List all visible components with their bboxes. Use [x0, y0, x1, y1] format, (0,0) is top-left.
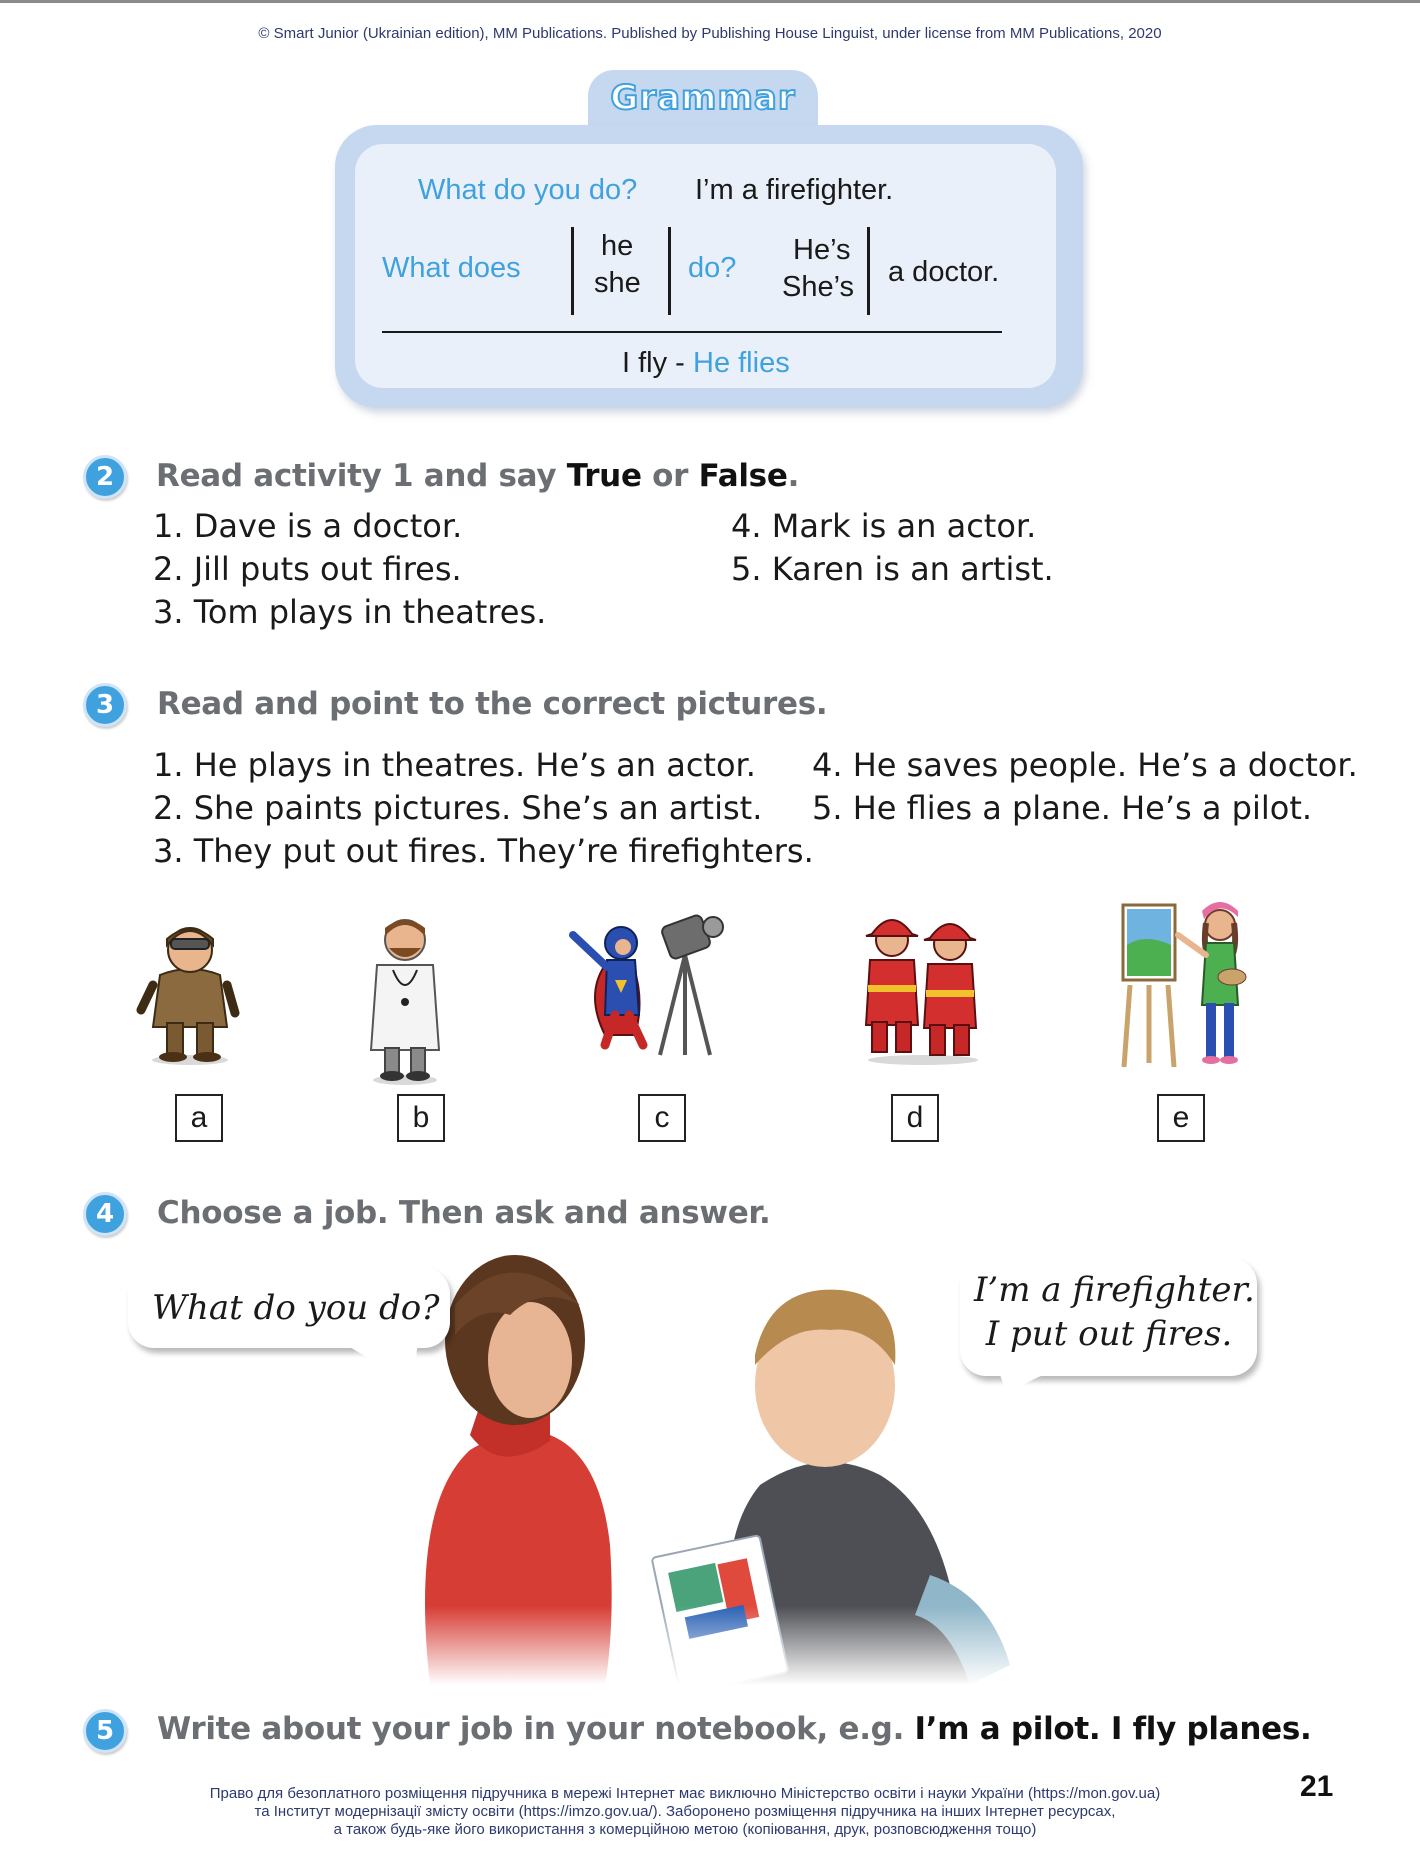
statement-item: 5. Karen is an artist.: [731, 550, 1054, 588]
bubble-text: I put out fires.: [985, 1314, 1233, 1354]
top-rule: [0, 0, 1420, 3]
grammar-question-2: What does: [382, 252, 521, 284]
actor-picture: [569, 914, 724, 1056]
activity-number-badge: 4: [83, 1192, 127, 1236]
false-word: False: [698, 458, 788, 494]
grammar-shes: She’s: [782, 271, 855, 303]
instruction-text: Write about your job in your notebook, e…: [157, 1711, 915, 1747]
activity-4-instruction: Choose a job. Then ask and answer.: [157, 1195, 771, 1231]
bubble-tail: [995, 1368, 1065, 1404]
activity-2-instruction: Read activity 1 and say True or False.: [156, 458, 799, 494]
grammar-title: Grammar: [609, 77, 796, 119]
picture-label-box: b: [397, 1094, 445, 1142]
instruction-text: Read activity 1 and say: [156, 458, 567, 494]
grammar-rule: [382, 331, 1002, 333]
copyright-notice: © Smart Junior (Ukrainian edition), MM P…: [258, 25, 1162, 42]
grammar-hes: He’s: [793, 234, 851, 266]
instruction-text: .: [787, 458, 800, 494]
sentence-item: 3. They put out fires. They’re firefight…: [153, 832, 814, 870]
footer-line: та Інститут модернізації змісту освіти (…: [254, 1803, 1116, 1820]
bubble-tail: [340, 1340, 428, 1376]
bubble-text: What do you do?: [152, 1288, 440, 1328]
statement-item: 4. Mark is an actor.: [731, 507, 1037, 545]
speech-bubble-left: What do you do?: [128, 1268, 450, 1348]
sentence-item: 2. She paints pictures. She’s an artist.: [153, 789, 763, 827]
grammar-pronoun-she: she: [594, 267, 641, 299]
firefighters-picture: [864, 919, 978, 1065]
activity-5-instruction: Write about your job in your notebook, e…: [157, 1711, 1312, 1747]
statement-item: 2. Jill puts out fires.: [153, 550, 462, 588]
grammar-divider: [571, 227, 574, 315]
activity-number-badge: 3: [83, 683, 127, 727]
footer-notice: Право для безоплатного розміщення підруч…: [150, 1785, 1220, 1839]
grammar-a-doctor: a doctor.: [888, 256, 1000, 288]
sentence-item: 1. He plays in theatres. He’s an actor.: [153, 746, 756, 784]
instruction-text: or: [641, 458, 699, 494]
true-word: True: [566, 458, 642, 494]
sentence-item: 5. He flies a plane. He’s a pilot.: [812, 789, 1313, 827]
example-text: I’m a pilot. I fly planes.: [914, 1711, 1312, 1747]
speech-bubble-right: I’m a firefighter. I put out fires.: [960, 1258, 1257, 1376]
picture-label-box: e: [1157, 1094, 1205, 1142]
activity-3-instruction: Read and point to the correct pictures.: [157, 686, 828, 722]
grammar-fly: I fly -: [622, 347, 685, 379]
picture-label-box: a: [175, 1094, 223, 1142]
footer-line: Право для безоплатного розміщення підруч…: [209, 1785, 1161, 1802]
statement-item: 3. Tom plays in theatres.: [153, 593, 547, 631]
grammar-flies: He flies: [693, 347, 790, 379]
activity-number-badge: 2: [83, 455, 127, 499]
grammar-pronoun-he: he: [601, 230, 634, 262]
grammar-divider: [668, 227, 671, 315]
activity-number-badge: 5: [83, 1709, 127, 1753]
grammar-question-1: What do you do?: [418, 174, 638, 206]
picture-label-box: c: [638, 1094, 686, 1142]
doctor-picture: [369, 919, 441, 1085]
picture-label-box: d: [891, 1094, 939, 1142]
grammar-answer-1: I’m a firefighter.: [695, 174, 894, 206]
footer-line: а також будь-яке його використання з ком…: [333, 1821, 1037, 1838]
artist-picture: [1121, 902, 1247, 1068]
grammar-divider: [867, 227, 870, 315]
sentence-item: 4. He saves people. He’s a doctor.: [812, 746, 1358, 784]
grammar-do: do?: [688, 252, 737, 284]
statement-item: 1. Dave is a doctor.: [153, 507, 463, 545]
bubble-text: I’m a firefighter.: [974, 1270, 1255, 1310]
children-photo: [410, 1245, 1050, 1685]
page-number: 21: [1300, 1770, 1334, 1803]
pilot-picture: [136, 927, 240, 1065]
